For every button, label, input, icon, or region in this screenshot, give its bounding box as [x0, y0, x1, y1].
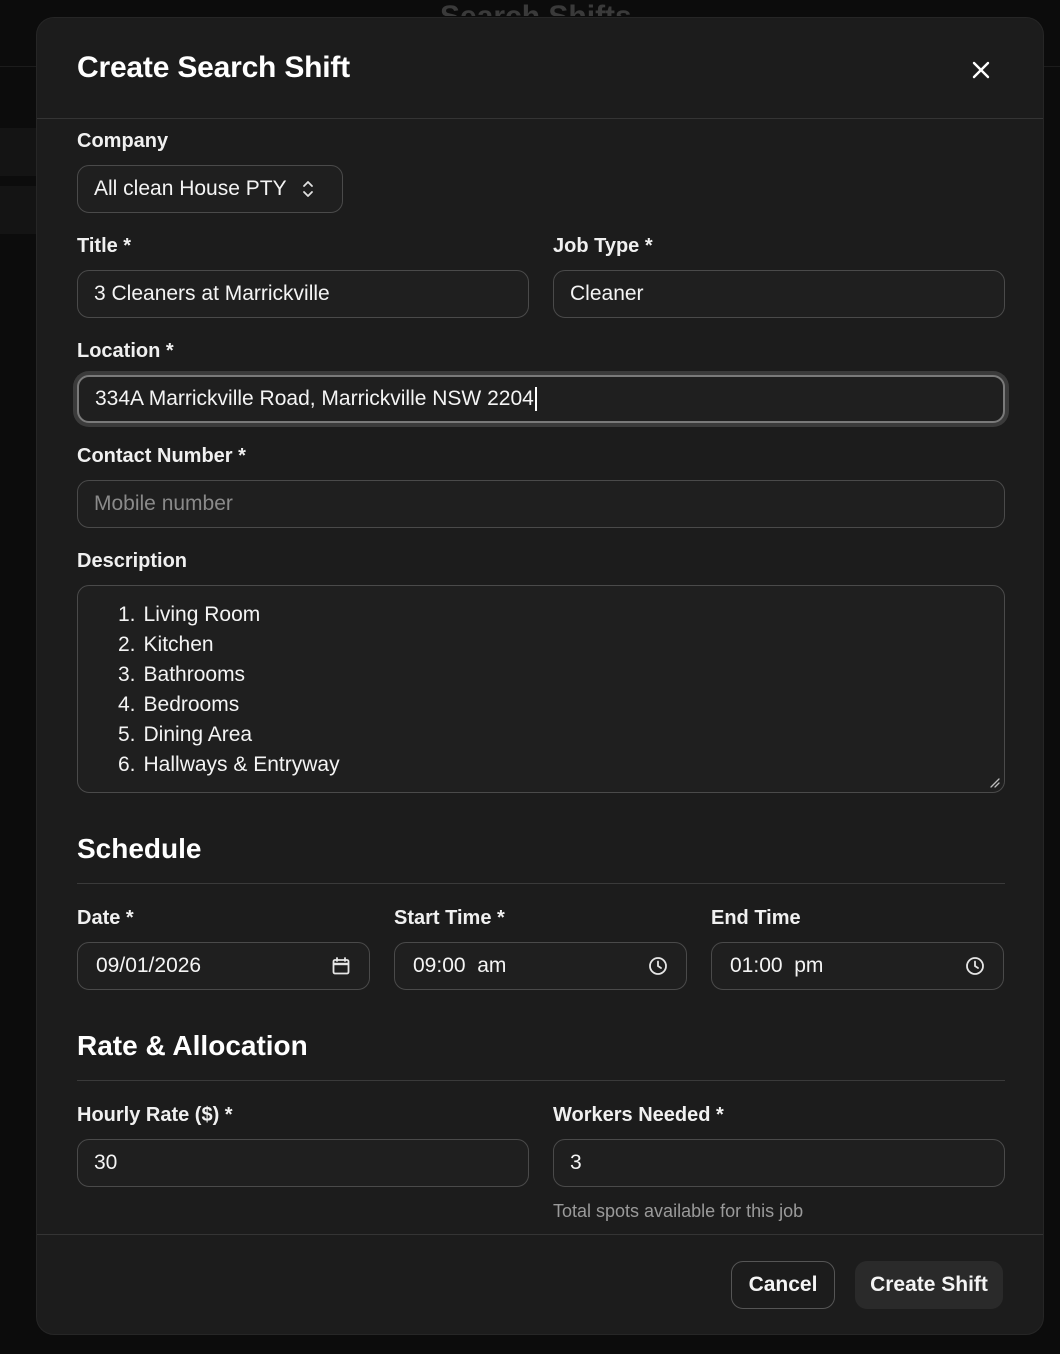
description-item-text: Hallways & Entryway [143, 753, 340, 776]
date-value: 09/01/2026 [96, 954, 202, 977]
description-item-number: 5. [118, 723, 136, 746]
rate-allocation-heading: Rate & Allocation [77, 1030, 308, 1061]
title-input[interactable] [77, 270, 529, 318]
description-item-text: Dining Area [143, 723, 253, 746]
company-select[interactable]: All clean House PTY [77, 165, 343, 213]
cancel-button[interactable]: Cancel [731, 1261, 835, 1309]
rate-divider [77, 1080, 1005, 1081]
location-label: Location * [77, 340, 174, 362]
dialog-header: Create Search Shift [37, 18, 1043, 119]
description-list-item: 6. Hallways & Entryway [118, 750, 340, 780]
description-list-item: 4. Bedrooms [118, 690, 340, 720]
clock-icon[interactable] [965, 956, 985, 976]
schedule-divider [77, 883, 1005, 884]
location-input[interactable]: 334A Marrickville Road, Marrickville NSW… [77, 375, 1005, 423]
description-item-number: 3. [118, 663, 136, 686]
calendar-icon[interactable] [331, 956, 351, 976]
hourly-rate-label: Hourly Rate ($) * [77, 1104, 233, 1126]
start-time-input[interactable]: 09:00 am [394, 942, 687, 990]
chevron-up-down-icon [302, 181, 313, 197]
description-list: 1. Living Room 2. Kitchen 3. Bathrooms 4. Bedro… [118, 600, 340, 780]
dialog-title: Create Search Shift [77, 51, 350, 84]
schedule-heading: Schedule [77, 833, 202, 864]
description-list-item: 3. Bathrooms [118, 660, 340, 690]
dialog-footer: Cancel Create Shift [37, 1234, 1043, 1334]
description-item-number: 1. [118, 603, 136, 626]
start-time-label: Start Time * [394, 907, 505, 929]
close-button[interactable] [965, 54, 997, 86]
location-value: 334A Marrickville Road, Marrickville NSW… [95, 387, 534, 410]
end-time-label: End Time [711, 907, 801, 929]
resize-handle-icon[interactable] [988, 776, 1000, 788]
date-input[interactable]: 09/01/2026 [77, 942, 370, 990]
description-item-number: 2. [118, 633, 136, 656]
end-time-input[interactable]: 01:00 pm [711, 942, 1004, 990]
company-value: All clean House PTY [94, 177, 287, 200]
description-label: Description [77, 550, 188, 572]
end-time-value: 01:00 pm [730, 954, 824, 977]
date-label: Date * [77, 907, 134, 929]
workers-needed-helper: Total spots available for this job [553, 1201, 804, 1221]
close-icon [972, 61, 990, 79]
description-item-text: Bathrooms [143, 663, 246, 686]
description-list-item: 2. Kitchen [118, 630, 340, 660]
description-item-number: 6. [118, 753, 136, 776]
background-row [0, 186, 36, 234]
contact-number-input[interactable] [77, 480, 1005, 528]
title-label: Title * [77, 235, 132, 257]
job-type-input[interactable] [553, 270, 1005, 318]
description-list-item: 5. Dining Area [118, 720, 340, 750]
background-row [0, 128, 36, 176]
company-label: Company [77, 130, 169, 152]
description-item-text: Kitchen [143, 633, 214, 656]
description-list-item: 1. Living Room [118, 600, 340, 630]
description-item-text: Living Room [143, 603, 261, 626]
background-page-title: Search Shifts [440, 2, 632, 16]
description-item-text: Bedrooms [143, 693, 240, 716]
contact-number-label: Contact Number * [77, 445, 246, 467]
description-textarea[interactable]: 1. Living Room 2. Kitchen 3. Bathrooms 4. Bedro… [77, 585, 1005, 793]
start-time-value: 09:00 am [413, 954, 507, 977]
hourly-rate-input[interactable] [77, 1139, 529, 1187]
create-shift-dialog: Create Search Shift Company All clean Ho… [36, 17, 1044, 1335]
clock-icon[interactable] [648, 956, 668, 976]
workers-needed-input[interactable] [553, 1139, 1005, 1187]
workers-needed-label: Workers Needed * [553, 1104, 724, 1126]
text-cursor [534, 387, 537, 411]
create-shift-button[interactable]: Create Shift [855, 1261, 1003, 1309]
description-item-number: 4. [118, 693, 136, 716]
job-type-label: Job Type * [553, 235, 653, 257]
